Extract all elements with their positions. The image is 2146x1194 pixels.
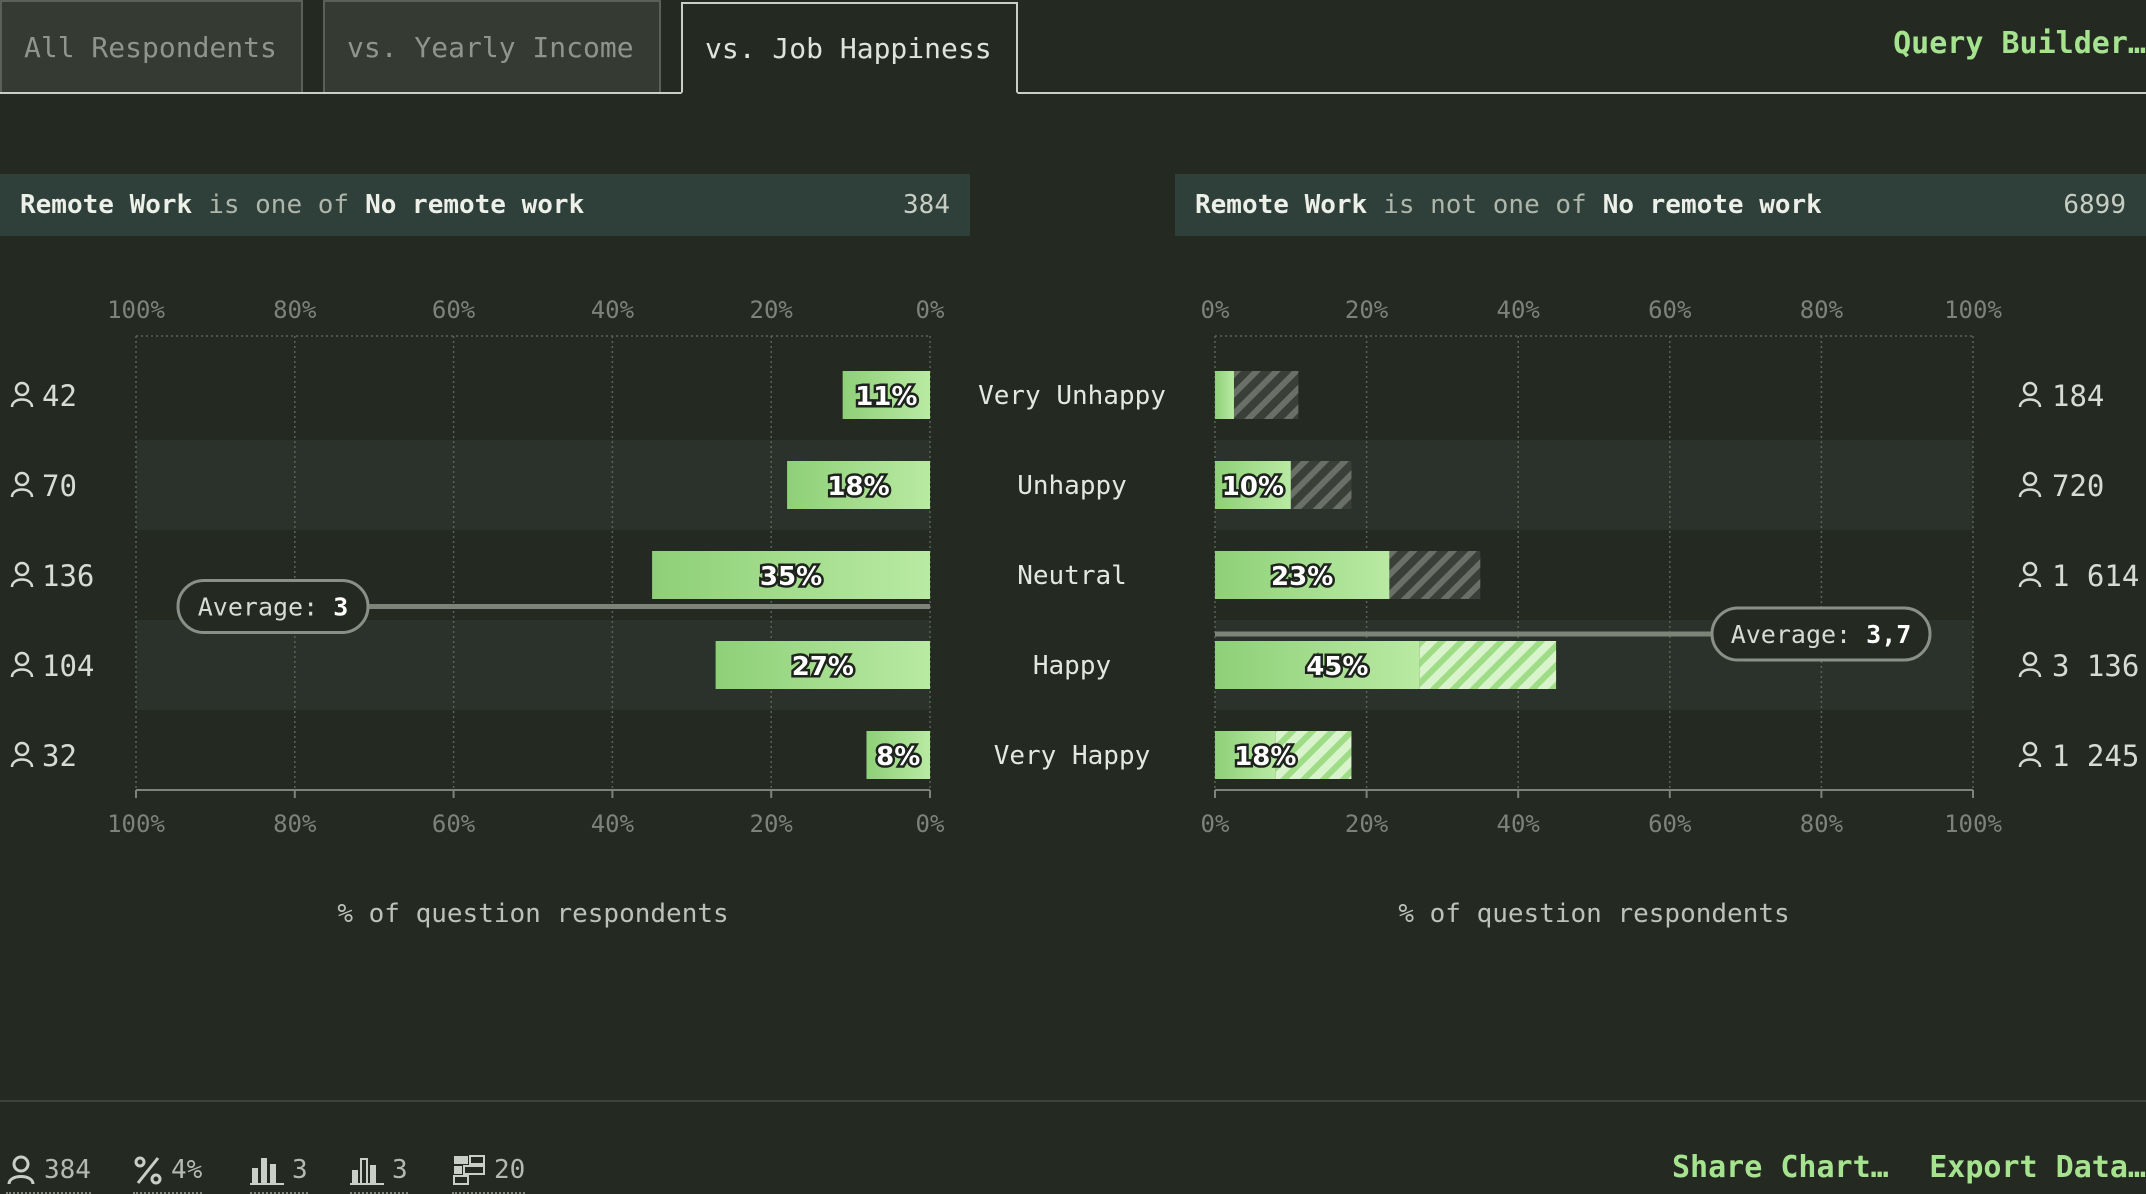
person-icon <box>10 741 34 768</box>
tick-label-bottom-right: 40% <box>1497 810 1541 838</box>
tick-label-bottom-left: 40% <box>591 810 635 838</box>
bar-value-label-left: 11% <box>855 382 917 412</box>
bar-value-label-left: 18% <box>827 472 889 502</box>
category-label: Very Happy <box>994 741 1151 771</box>
person-icon <box>7 1155 35 1185</box>
stat-bars[interactable]: 3 <box>250 1150 308 1194</box>
person-icon <box>10 561 34 588</box>
stat-grid-value: 20 <box>494 1155 526 1185</box>
person-icon <box>10 381 34 408</box>
percent-icon <box>134 1156 162 1185</box>
tick-label-top-left: 20% <box>750 296 794 324</box>
average-value-left: 3 <box>333 593 348 622</box>
bar-value-label-left: 27% <box>792 652 854 682</box>
tick-label-top-right: 40% <box>1497 296 1541 324</box>
bar-right-very-unhappy <box>1215 371 1234 419</box>
comparison-hatch <box>1290 461 1352 509</box>
tick-label-bottom-right: 60% <box>1648 810 1692 838</box>
stat-bars-outline[interactable]: 3 <box>350 1150 408 1194</box>
comparison-hatch <box>1389 551 1481 599</box>
person-icon <box>2018 741 2042 768</box>
category-label: Neutral <box>1017 561 1127 591</box>
bar-value-label-right: 10% <box>1222 472 1284 502</box>
tick-label-top-left: 100% <box>107 296 165 324</box>
bar-value-label-left: 8% <box>876 742 920 772</box>
bar-chart-icon <box>250 1158 284 1185</box>
respondent-count-left: 70 <box>42 469 77 503</box>
bar-value-label-right: 45% <box>1306 652 1368 682</box>
export-data-button[interactable]: Export Data… <box>1929 1150 2146 1185</box>
share-chart-button[interactable]: Share Chart… <box>1672 1150 1889 1185</box>
tab-job-happiness[interactable]: vs. Job Happiness <box>681 2 1018 94</box>
respondent-count-left: 42 <box>42 379 77 413</box>
category-label: Happy <box>1033 651 1111 681</box>
tick-label-top-right: 100% <box>1944 296 2002 324</box>
tick-label-top-left: 40% <box>591 296 635 324</box>
stat-percent[interactable]: 4% <box>133 1150 203 1194</box>
respondent-count-left: 136 <box>42 559 94 593</box>
tick-label-bottom-left: 0% <box>916 810 945 838</box>
bar-value-label-left: 35% <box>760 562 822 592</box>
grid-icon <box>453 1155 485 1185</box>
tick-label-top-left: 0% <box>916 296 945 324</box>
stat-bars-value: 3 <box>292 1155 308 1185</box>
person-icon <box>2018 471 2042 498</box>
tick-label-bottom-left: 100% <box>107 810 165 838</box>
average-value-right: 3,7 <box>1866 620 1911 649</box>
respondent-count-right: 184 <box>2052 379 2104 413</box>
comparison-hatch <box>1233 371 1299 419</box>
stat-percent-value: 4% <box>171 1155 203 1185</box>
happiness-chart: 100% 100% 80% 80% 60% 60% 40% 40% 20% 20% 0% 0% % of… <box>10 296 2139 929</box>
person-icon <box>2018 561 2042 588</box>
tick-label-top-left: 60% <box>432 296 476 324</box>
tick-label-top-right: 60% <box>1648 296 1692 324</box>
footer-divider <box>0 1100 2146 1102</box>
tick-label-bottom-right: 100% <box>1944 810 2002 838</box>
respondent-count-right: 720 <box>2052 469 2104 503</box>
stat-grid[interactable]: 20 <box>452 1150 526 1194</box>
tick-label-top-left: 80% <box>273 296 317 324</box>
tick-label-bottom-left: 20% <box>750 810 794 838</box>
respondent-count-left: 32 <box>42 739 77 773</box>
tick-label-top-right: 20% <box>1345 296 1389 324</box>
bar-chart-outline-icon <box>350 1158 384 1185</box>
axis-title-right: % of question respondents <box>1398 899 1789 929</box>
person-icon <box>10 471 34 498</box>
tick-label-bottom-right: 20% <box>1345 810 1389 838</box>
comparison-hatch <box>1419 641 1557 689</box>
tick-label-top-right: 0% <box>1201 296 1230 324</box>
tick-label-bottom-right: 0% <box>1201 810 1230 838</box>
respondent-count-right: 1 245 <box>2052 739 2139 773</box>
respondent-count-right: 3 136 <box>2052 649 2139 683</box>
bar-value-label-right: 18% <box>1234 742 1296 772</box>
bar-value-label-right: 23% <box>1271 562 1333 592</box>
tick-label-bottom-left: 80% <box>273 810 317 838</box>
axis-title-left: % of question respondents <box>337 899 728 929</box>
tick-label-bottom-right: 80% <box>1800 810 1844 838</box>
category-label: Unhappy <box>1017 471 1127 501</box>
stat-bars-outline-value: 3 <box>392 1155 408 1185</box>
respondent-count-right: 1 614 <box>2052 559 2139 593</box>
average-label-right: Average: 3,7 <box>1731 620 1912 649</box>
tick-label-bottom-left: 60% <box>432 810 476 838</box>
stat-respondents[interactable]: 384 <box>6 1150 91 1194</box>
category-label: Very Unhappy <box>978 381 1166 411</box>
average-label-left: Average: 3 <box>198 593 349 622</box>
tick-label-top-right: 80% <box>1800 296 1844 324</box>
person-icon <box>10 651 34 678</box>
person-icon <box>2018 651 2042 678</box>
stat-respondents-value: 384 <box>44 1155 91 1185</box>
respondent-count-left: 104 <box>42 649 94 683</box>
person-icon <box>2018 381 2042 408</box>
